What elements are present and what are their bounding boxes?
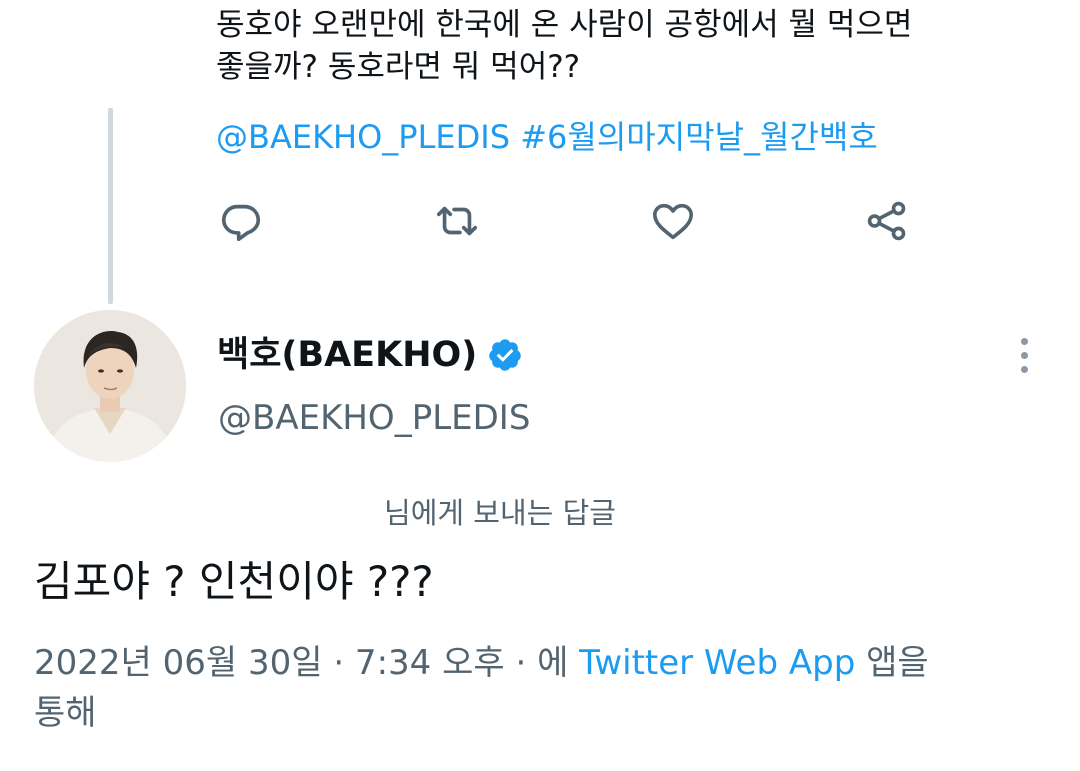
reply-button[interactable]	[216, 196, 266, 246]
retweet-icon	[436, 206, 478, 236]
mention-link[interactable]: @BAEKHO_PLEDIS	[216, 118, 510, 156]
via-suffix-line-2: 통해	[34, 693, 97, 733]
more-dot-icon	[1020, 337, 1028, 345]
retweet-button[interactable]	[432, 196, 482, 246]
parent-tweet-links: @BAEKHO_PLEDIS #6월의마지막날_월간백호	[216, 115, 878, 159]
parent-tweet-action-bar	[0, 196, 1080, 246]
reply-icon	[221, 204, 261, 242]
verified-badge-icon	[489, 339, 521, 371]
share-icon	[867, 201, 906, 241]
share-button[interactable]	[862, 196, 912, 246]
user-handle[interactable]: @BAEKHO_PLEDIS	[218, 394, 530, 442]
source-app-link[interactable]: Twitter Web App	[579, 643, 855, 683]
more-dot-icon	[1020, 365, 1028, 373]
display-name[interactable]: 백호(BAEKHO)	[217, 330, 523, 380]
tweet-text: 김포야 ? 인천이야 ???	[34, 557, 434, 606]
more-options-button[interactable]	[1004, 330, 1044, 380]
hashtag-link[interactable]: #6월의마지막날_월간백호	[520, 118, 878, 156]
parent-tweet-line-1: 동호야 오랜만에 한국에 온 사람이 공항에서 뭘 먹으면	[216, 7, 913, 43]
tweet-metadata: 2022년 06월 30일 · 7:34 오후 · 에 Twitter Web …	[34, 638, 1044, 738]
avatar[interactable]	[34, 310, 186, 462]
parent-tweet-text: 동호야 오랜만에 한국에 온 사람이 공항에서 뭘 먹으면 좋을까? 동호라면 …	[216, 4, 1016, 88]
display-name-text[interactable]: 백호(BAEKHO)	[217, 330, 477, 380]
more-dot-icon	[1020, 351, 1028, 359]
parent-tweet-line-2: 좋을까? 동호라면 뭐 먹어??	[216, 49, 581, 85]
heart-icon	[652, 203, 694, 240]
like-button[interactable]	[648, 196, 698, 246]
timestamp[interactable]: 2022년 06월 30일 · 7:34 오후 · 에	[34, 643, 568, 683]
via-suffix: 앱을	[866, 643, 929, 683]
profile-photo	[34, 310, 186, 462]
replying-to-label: 님에게 보내는 답글	[384, 496, 616, 530]
